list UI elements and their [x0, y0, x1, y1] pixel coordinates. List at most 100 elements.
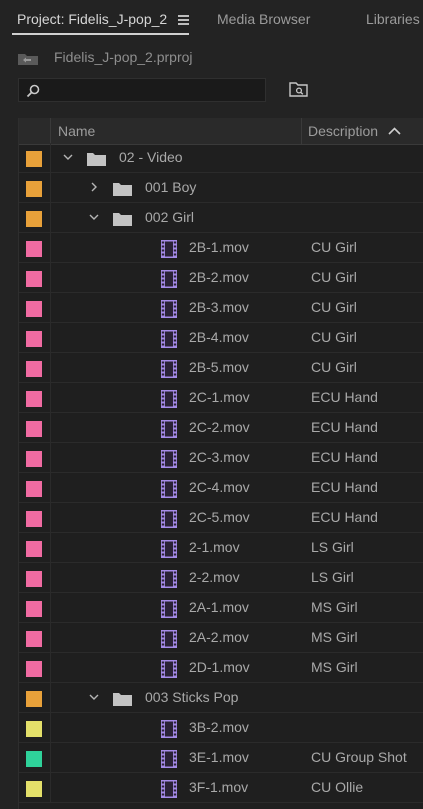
label-color-cell[interactable] [19, 143, 51, 172]
label-color-cell[interactable] [19, 443, 51, 472]
project-items-table: Name Description 02 - Video 001 Boy 002 Gi… [18, 118, 423, 809]
clip-row[interactable]: 2B-4.mov CU Girl [19, 323, 423, 353]
clip-row[interactable]: 2B-1.mov CU Girl [19, 233, 423, 263]
label-color-cell[interactable] [19, 593, 51, 622]
tab-media-browser[interactable]: Media Browser [217, 11, 310, 31]
folder-name: 002 Girl [145, 209, 195, 225]
description-cell[interactable]: CU Girl [311, 329, 357, 345]
column-header-description[interactable]: Description [308, 123, 378, 139]
clip-name: 2C-2.mov [189, 419, 250, 435]
label-color-swatch [26, 211, 42, 227]
folder-name: 003 Sticks Pop [145, 689, 239, 705]
clip-row[interactable]: 2C-2.mov ECU Hand [19, 413, 423, 443]
label-color-cell[interactable] [19, 533, 51, 562]
description-cell[interactable]: ECU Hand [311, 389, 378, 405]
clip-row[interactable]: 2C-4.mov ECU Hand [19, 473, 423, 503]
label-color-cell[interactable] [19, 323, 51, 352]
search-input[interactable] [18, 78, 266, 102]
label-color-swatch [26, 391, 42, 407]
folder-row[interactable]: 001 Boy [19, 173, 423, 203]
description-cell[interactable]: ECU Hand [311, 449, 378, 465]
description-cell[interactable]: MS Girl [311, 659, 358, 675]
description-cell[interactable]: LS Girl [311, 569, 354, 585]
label-color-swatch [26, 721, 42, 737]
clip-name: 2C-4.mov [189, 479, 250, 495]
clip-name: 2C-1.mov [189, 389, 250, 405]
video-clip-icon [161, 660, 177, 678]
description-cell[interactable]: CU Girl [311, 239, 357, 255]
chevron-right-icon[interactable] [89, 182, 99, 192]
label-color-cell[interactable] [19, 173, 51, 202]
description-cell[interactable]: CU Ollie [311, 779, 363, 795]
chevron-down-icon[interactable] [89, 212, 99, 222]
clip-name: 2A-2.mov [189, 629, 249, 645]
clip-row[interactable]: 2C-3.mov ECU Hand [19, 443, 423, 473]
folder-row[interactable]: 002 Girl [19, 203, 423, 233]
label-color-swatch [26, 151, 42, 167]
folder-row[interactable]: 003 Sticks Pop [19, 683, 423, 713]
panel-menu-icon[interactable] [178, 15, 189, 27]
label-color-cell[interactable] [19, 503, 51, 532]
description-cell[interactable]: CU Group Shot [311, 749, 407, 765]
tab-project[interactable]: Project: Fidelis_J-pop_2 [17, 11, 167, 31]
label-color-swatch [26, 751, 42, 767]
label-color-cell[interactable] [19, 383, 51, 412]
label-color-cell[interactable] [19, 623, 51, 652]
clip-row[interactable]: 2C-5.mov ECU Hand [19, 503, 423, 533]
label-color-cell[interactable] [19, 353, 51, 382]
folder-row[interactable]: 02 - Video [19, 143, 423, 173]
folder-icon [113, 213, 132, 226]
label-color-cell[interactable] [19, 713, 51, 742]
column-header-name[interactable]: Name [58, 123, 95, 139]
clip-row[interactable]: 2B-5.mov CU Girl [19, 353, 423, 383]
new-bin-icon[interactable] [289, 81, 308, 97]
video-clip-icon [161, 270, 177, 288]
name-column-separator[interactable] [301, 118, 302, 144]
label-color-cell[interactable] [19, 743, 51, 772]
description-cell[interactable]: CU Girl [311, 359, 357, 375]
clip-row[interactable]: 2B-2.mov CU Girl [19, 263, 423, 293]
label-column-separator[interactable] [50, 118, 51, 144]
label-color-swatch [26, 421, 42, 437]
clip-row[interactable]: 2B-3.mov CU Girl [19, 293, 423, 323]
chevron-down-icon[interactable] [89, 692, 99, 702]
label-color-cell[interactable] [19, 413, 51, 442]
description-cell[interactable]: CU Girl [311, 269, 357, 285]
label-color-cell[interactable] [19, 773, 51, 802]
clip-row[interactable]: 2C-1.mov ECU Hand [19, 383, 423, 413]
description-cell[interactable]: LS Girl [311, 539, 354, 555]
label-color-cell[interactable] [19, 293, 51, 322]
clip-name: 3B-2.mov [189, 719, 249, 735]
description-cell[interactable]: CU Girl [311, 299, 357, 315]
sort-ascending-icon[interactable] [388, 127, 401, 135]
description-cell[interactable]: MS Girl [311, 629, 358, 645]
label-color-swatch [26, 631, 42, 647]
description-cell[interactable]: MS Girl [311, 599, 358, 615]
label-color-swatch [26, 601, 42, 617]
clip-row[interactable]: 3E-1.mov CU Group Shot [19, 743, 423, 773]
clip-row[interactable]: 3B-2.mov [19, 713, 423, 743]
chevron-down-icon[interactable] [63, 152, 73, 162]
tab-libraries[interactable]: Libraries [366, 11, 420, 31]
label-color-cell[interactable] [19, 683, 51, 712]
label-color-cell[interactable] [19, 653, 51, 682]
clip-row[interactable]: 3F-1.mov CU Ollie [19, 773, 423, 803]
clip-row[interactable]: 2-1.mov LS Girl [19, 533, 423, 563]
label-color-swatch [26, 781, 42, 797]
label-color-cell[interactable] [19, 203, 51, 232]
label-color-cell[interactable] [19, 233, 51, 262]
description-cell[interactable]: ECU Hand [311, 479, 378, 495]
description-cell[interactable]: ECU Hand [311, 509, 378, 525]
clip-row[interactable]: 2D-1.mov MS Girl [19, 653, 423, 683]
clip-row[interactable]: 2-2.mov LS Girl [19, 563, 423, 593]
video-clip-icon [161, 360, 177, 378]
label-color-cell[interactable] [19, 563, 51, 592]
clip-row[interactable]: 2A-2.mov MS Girl [19, 623, 423, 653]
video-clip-icon [161, 780, 177, 798]
clip-row[interactable]: 2A-1.mov MS Girl [19, 593, 423, 623]
video-clip-icon [161, 390, 177, 408]
video-clip-icon [161, 720, 177, 738]
label-color-cell[interactable] [19, 263, 51, 292]
description-cell[interactable]: ECU Hand [311, 419, 378, 435]
label-color-cell[interactable] [19, 473, 51, 502]
